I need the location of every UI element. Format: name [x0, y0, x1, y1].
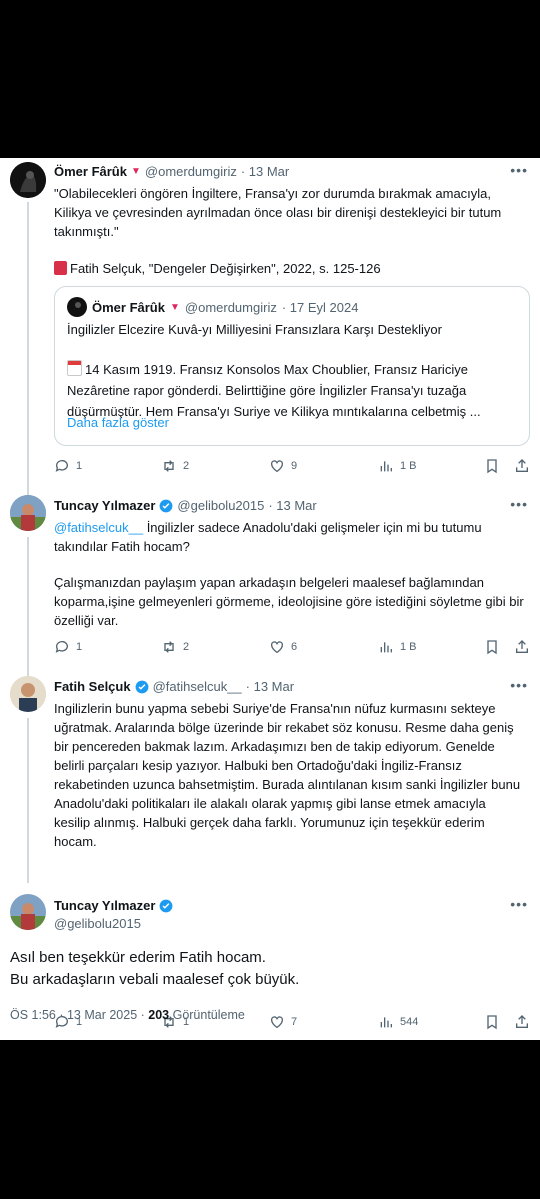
bookmark-icon: [487, 1015, 497, 1030]
reply-count: 1: [76, 460, 83, 472]
tweet-time[interactable]: · 13 Mar: [246, 679, 294, 694]
more-options-icon[interactable]: •••: [510, 496, 528, 512]
verified-badge-icon: [159, 499, 173, 512]
avatar[interactable]: [10, 162, 46, 198]
tweet-time[interactable]: · 13 Mar: [241, 164, 289, 179]
tweet-text: @fatihselcuk__ İngilizler sadece Anadolu…: [54, 518, 524, 556]
bookmark-icon: [487, 459, 497, 474]
quoted-tweet[interactable]: Ömer Fârûk ▼ @omerdumgiriz · 17 Eyl 2024…: [54, 286, 530, 446]
heart-icon: [271, 460, 283, 473]
bookmark-button[interactable]: [484, 639, 500, 655]
source-text: Fatih Selçuk, "Dengeler Değişirken", 202…: [70, 261, 381, 276]
retweet-button[interactable]: 2: [161, 458, 189, 474]
show-more-link[interactable]: Daha fazla göster: [67, 415, 169, 430]
mention-link[interactable]: @fatihselcuk__: [54, 520, 143, 535]
verified-badge-icon: [135, 680, 148, 693]
share-button[interactable]: [514, 458, 530, 474]
retweet-icon: [164, 460, 174, 472]
bookmark-icon: [487, 640, 497, 655]
share-button[interactable]: [514, 1014, 530, 1030]
reply-button[interactable]: 1: [54, 639, 82, 655]
author-name[interactable]: Ömer Fârûk: [54, 164, 127, 179]
verified-badge-icon: [159, 899, 173, 912]
thread-line: [27, 202, 29, 502]
author-name[interactable]: Fatih Selçuk: [54, 679, 131, 694]
author-name[interactable]: Tuncay Yılmazer: [54, 498, 155, 513]
tweet-timestamp: ÖS 1:56 · 13 Mar 2025 · 203 Görüntüleme: [10, 1008, 245, 1022]
author-handle[interactable]: @gelibolu2015: [54, 916, 141, 931]
more-options-icon[interactable]: •••: [510, 677, 528, 693]
author-handle[interactable]: @gelibolu2015: [177, 498, 264, 513]
retweet-count: 2: [183, 641, 190, 653]
quote-author-name: Ömer Fârûk: [92, 299, 165, 315]
like-count: 7: [291, 1016, 298, 1028]
tweet-time[interactable]: · 13 Mar: [268, 498, 316, 513]
views-label: Görüntüleme: [169, 1008, 245, 1022]
author-handle[interactable]: @fatihselcuk__: [153, 679, 242, 694]
share-icon: [516, 459, 528, 472]
heart-icon: [271, 1016, 283, 1029]
reply-icon: [55, 641, 68, 653]
like-count: 9: [291, 460, 298, 472]
like-count: 6: [291, 641, 298, 653]
bookmark-button[interactable]: [484, 1014, 500, 1030]
retweet-button[interactable]: 2: [161, 639, 189, 655]
share-icon: [516, 1015, 528, 1028]
quote-text-content: 14 Kasım 1919. Fransız Konsolos Max Chou…: [67, 362, 481, 419]
retweet-count: 2: [183, 460, 190, 472]
views-count: 1 B: [400, 460, 417, 472]
tweet-thread-screen: Ömer Fârûk ▼ @omerdumgiriz · 13 Mar ••• …: [0, 158, 540, 1040]
bookmark-button[interactable]: [484, 458, 500, 474]
views-icon: [380, 1017, 392, 1028]
author-handle[interactable]: @omerdumgiriz: [145, 164, 237, 179]
reply-button[interactable]: 1: [54, 458, 82, 474]
tweet-text: "Olabilecekleri öngören İngiltere, Frans…: [54, 186, 502, 239]
quote-time: · 17 Eyl 2024: [281, 299, 359, 315]
red-book-icon: [54, 261, 67, 275]
views-count: 544: [400, 1016, 419, 1028]
views-count: 203: [148, 1008, 170, 1022]
tweet-source: Fatih Selçuk, "Dengeler Değişirken", 202…: [54, 259, 524, 278]
quote-author-handle: @omerdumgiriz: [184, 299, 277, 315]
avatar: [67, 297, 87, 317]
tweet-text: Ingilizlerin bunu yapma sebebi Suriye'de…: [54, 701, 521, 849]
more-options-icon[interactable]: •••: [510, 896, 528, 912]
views-button[interactable]: 544: [378, 1014, 418, 1030]
red-triangle-icon: ▼: [130, 166, 141, 177]
like-button[interactable]: 9: [269, 458, 297, 474]
red-triangle-icon: ▼: [169, 301, 180, 313]
thread-line: [27, 718, 29, 883]
main-tweet-line-2: Bu arkadaşların vebali maalesef çok büyü…: [10, 971, 300, 988]
retweet-icon: [164, 641, 174, 653]
reply-icon: [55, 460, 68, 472]
tweet-actions: 1 2 6 1 B: [54, 639, 530, 657]
avatar[interactable]: [10, 894, 46, 930]
tweet-actions: 1 2 9 1 B: [54, 458, 530, 476]
share-button[interactable]: [514, 639, 530, 655]
reply-count: 1: [76, 641, 83, 653]
author-name[interactable]: Tuncay Yılmazer: [54, 898, 155, 913]
more-options-icon[interactable]: •••: [510, 162, 528, 178]
avatar[interactable]: [10, 676, 46, 712]
views-icon: [380, 461, 392, 472]
thread-line: [27, 537, 29, 677]
quote-title: İngilizler Elcezire Kuvâ-yı Milliyesini …: [67, 322, 442, 337]
views-button[interactable]: 1 B: [378, 458, 417, 474]
tweet-text-2: Çalışmanızdan paylaşım yapan arkadaşın b…: [54, 575, 524, 628]
views-icon: [380, 642, 392, 653]
heart-icon: [271, 641, 283, 654]
views-count: 1 B: [400, 641, 417, 653]
like-button[interactable]: 6: [269, 639, 297, 655]
avatar[interactable]: [10, 495, 46, 531]
share-icon: [516, 640, 528, 653]
like-button[interactable]: 7: [269, 1014, 297, 1030]
views-button[interactable]: 1 B: [378, 639, 417, 655]
timestamp-text[interactable]: ÖS 1:56 · 13 Mar 2025 ·: [10, 1008, 148, 1022]
quote-text: 14 Kasım 1919. Fransız Konsolos Max Chou…: [67, 359, 517, 422]
calendar-icon: [67, 360, 82, 376]
main-tweet-line-1: Asıl ben teşekkür ederim Fatih hocam.: [10, 949, 266, 966]
